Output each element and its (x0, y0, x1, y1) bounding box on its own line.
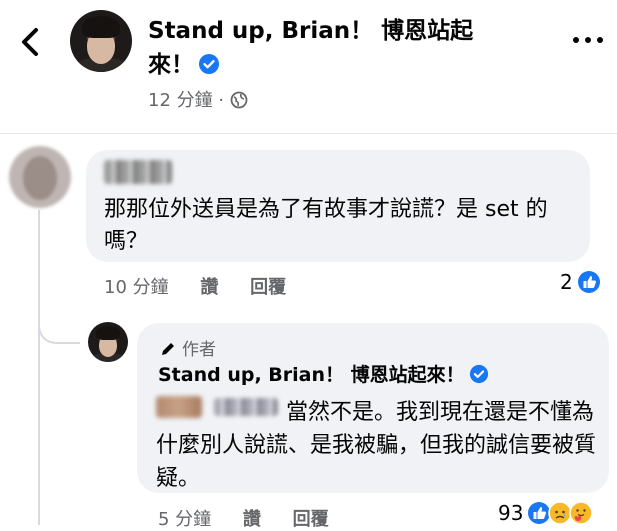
globe-icon (230, 91, 248, 109)
commenter-name-redacted (104, 160, 172, 184)
verified-badge-icon (199, 54, 219, 74)
back-arrow-icon[interactable] (14, 24, 46, 60)
reply-actions: 5 分鐘 讚 回覆 (158, 505, 355, 531)
reply-time[interactable]: 5 分鐘 (158, 509, 211, 530)
thread-connector (38, 300, 80, 344)
page-avatar[interactable] (70, 10, 132, 72)
reply-text: 當然不是。我到現在還是不懂為什麼別人說謊、是我被騙，但我的誠信要被質疑。 (156, 400, 597, 491)
thread-line (38, 210, 40, 525)
comment-reaction-count: 2 (560, 270, 573, 294)
reply-reaction-count: 93 (498, 501, 524, 525)
verified-badge-icon (469, 364, 488, 384)
comment-reply-button[interactable]: 回覆 (250, 277, 286, 298)
care-reaction-icon (569, 501, 594, 525)
reply-like-button[interactable]: 讚 (243, 509, 261, 530)
comment-reactions[interactable]: 2 (560, 270, 601, 294)
reply-author-name[interactable]: Stand up, Brian！ 博恩站起來！ (158, 360, 489, 387)
author-tag-label: 作者 (182, 340, 216, 360)
meta-separator: · (218, 90, 225, 111)
post-meta: 12 分鐘 · (148, 86, 248, 112)
reply-reply-button[interactable]: 回覆 (293, 509, 329, 530)
author-avatar[interactable] (88, 322, 128, 362)
commenter-avatar-blurred[interactable] (9, 146, 71, 208)
pencil-icon (162, 343, 174, 355)
like-reaction-icon (577, 271, 600, 293)
reply-author-name-text[interactable]: Stand up, Brian！ 博恩站起來！ (158, 364, 465, 386)
reply-reactions[interactable]: 93 (498, 501, 594, 525)
comment-actions: 10 分鐘 讚 回覆 (104, 273, 312, 299)
page-title[interactable]: Stand up, Brian！ 博恩站起來！ (148, 14, 478, 82)
author-tag: 作者 (160, 335, 216, 360)
post-timestamp[interactable]: 12 分鐘 (148, 90, 213, 111)
comment-time[interactable]: 10 分鐘 (104, 277, 169, 298)
comment-text: 那那位外送員是為了有故事才說謊？是 set 的嗎？ (104, 197, 548, 254)
header-divider (0, 133, 617, 134)
page-title-text[interactable]: Stand up, Brian！ 博恩站起來！ (148, 18, 473, 78)
comment-like-button[interactable]: 讚 (200, 277, 218, 298)
more-options-icon[interactable] (570, 30, 606, 50)
